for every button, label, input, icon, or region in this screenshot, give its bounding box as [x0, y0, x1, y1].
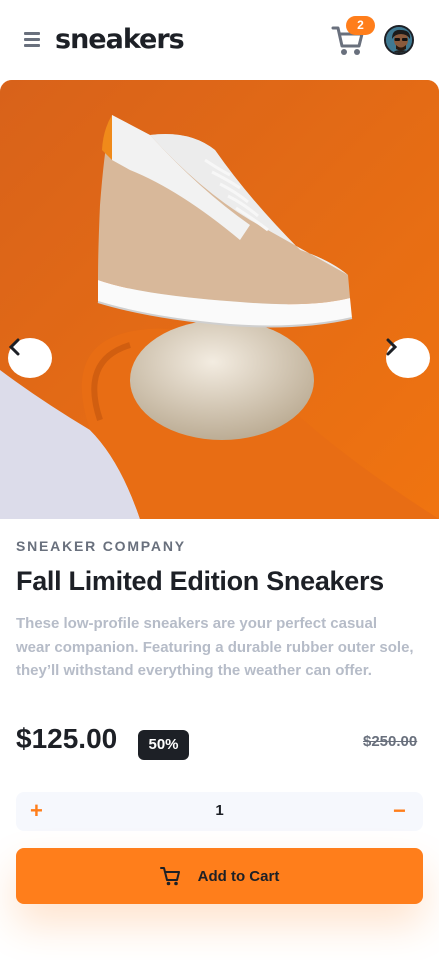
- minus-button[interactable]: −: [393, 800, 411, 822]
- cart-icon: [159, 867, 180, 886]
- quantity-value: 1: [215, 802, 224, 819]
- product-title: Fall Limited Edition Sneakers: [16, 566, 384, 596]
- add-to-cart-button[interactable]: Add to Cart: [16, 848, 423, 904]
- product-image: [0, 80, 439, 519]
- add-to-cart-label: Add to Cart: [197, 867, 280, 885]
- top-header: sneakers 2: [0, 0, 439, 80]
- menu-icon[interactable]: [24, 32, 40, 47]
- chevron-right-icon[interactable]: [386, 338, 430, 378]
- logo[interactable]: sneakers: [55, 24, 185, 56]
- chevron-left-icon[interactable]: [8, 338, 52, 378]
- avatar[interactable]: [384, 25, 414, 55]
- discount-badge: 50%: [138, 730, 189, 760]
- product-description: These low-profile sneakers are your perf…: [16, 615, 414, 680]
- quantity-stepper: + 1 −: [16, 792, 423, 831]
- company-name: SNEAKER COMPANY: [16, 538, 186, 554]
- original-price: $250.00: [363, 733, 418, 750]
- product-image-gallery: [0, 80, 439, 519]
- current-price: $125.00: [16, 723, 118, 754]
- cart-count-badge: 2: [346, 16, 375, 35]
